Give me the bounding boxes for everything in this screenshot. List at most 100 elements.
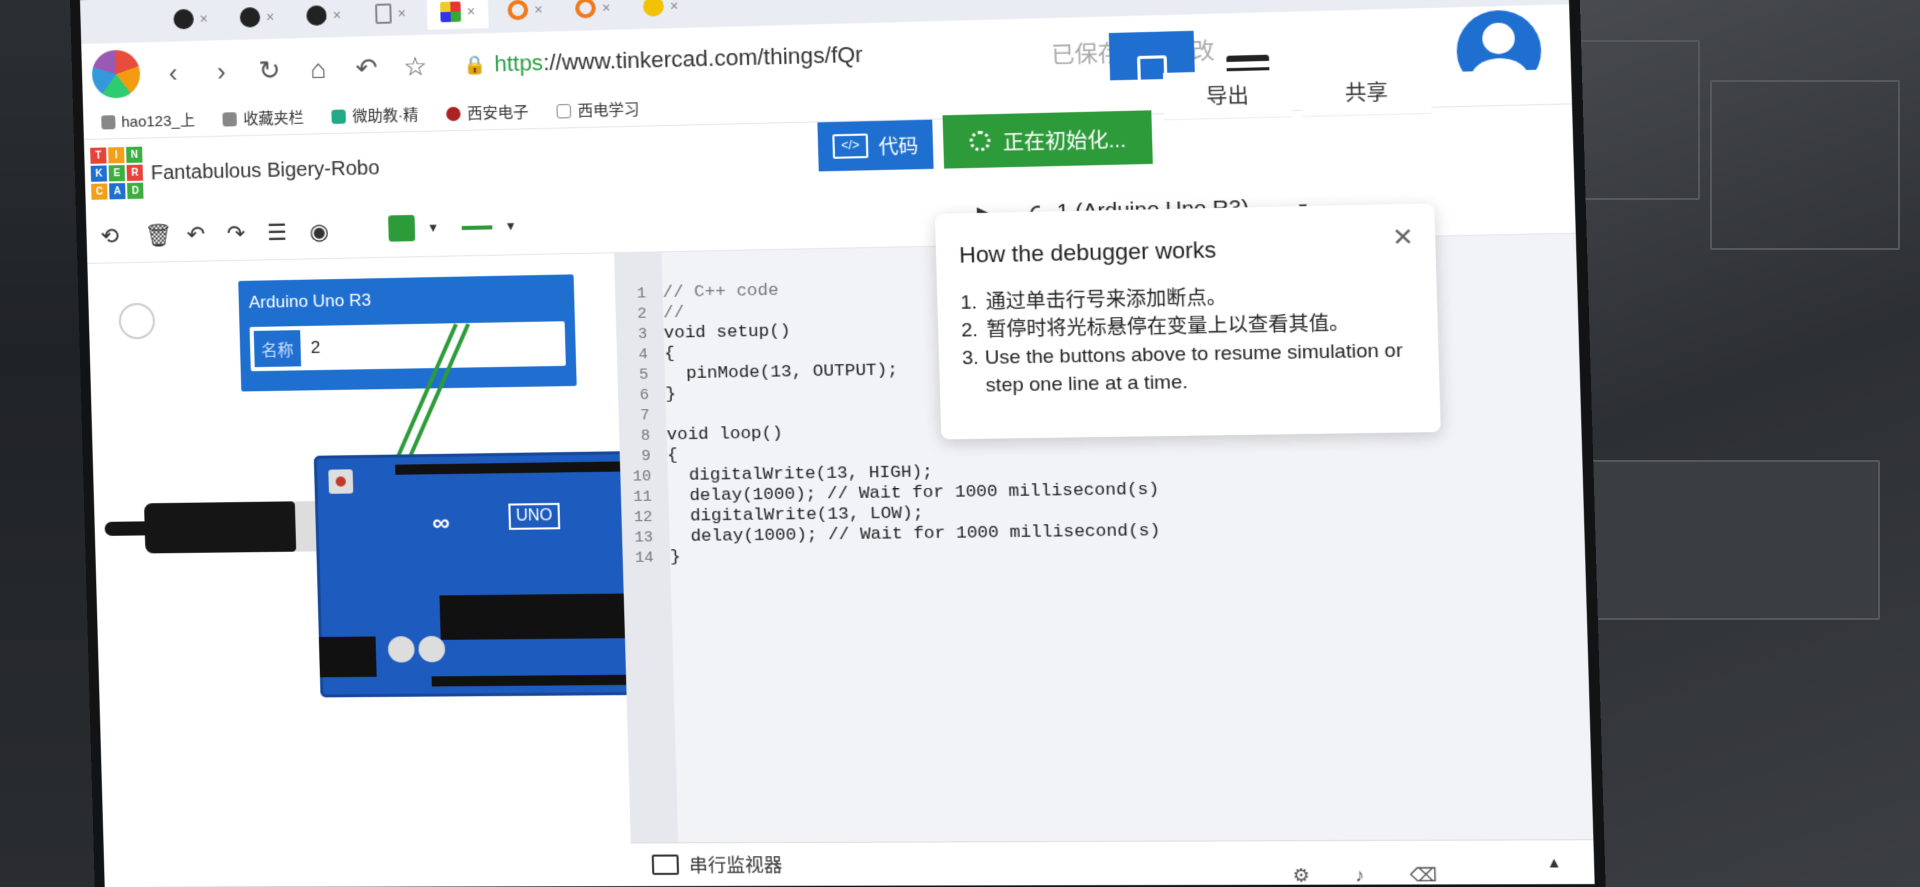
redo-icon[interactable]: ↷ (226, 221, 245, 248)
project-title[interactable]: Fantabulous Bigery-Robo (151, 157, 380, 185)
tab-search-1[interactable]: × (494, 0, 556, 28)
line-number[interactable]: 10 (620, 467, 662, 486)
notes-icon[interactable]: ☰ (267, 220, 288, 247)
github-icon (173, 8, 194, 30)
bookmark-icon (331, 108, 347, 124)
debugger-help-list: 1. 通过单击行号来添加断点。 2. 暂停时将光标悬停在变量上以查看其值。 3. Us… (960, 281, 1416, 400)
code-text: digitalWrite(13, LOW); (668, 503, 924, 527)
serial-monitor-label: 串行监视器 (688, 855, 783, 876)
name-field-label: 名称 (253, 330, 302, 368)
reload-icon[interactable]: ↻ (254, 54, 285, 86)
monitor-icon (651, 854, 680, 875)
document-icon (556, 103, 572, 118)
visibility-icon[interactable]: ◉ (309, 219, 329, 246)
undo-icon[interactable]: ↶ (351, 52, 382, 84)
line-number[interactable]: 3 (616, 325, 658, 343)
bookmark-icon (446, 106, 462, 121)
digital-header (395, 461, 641, 475)
close-tab-icon[interactable]: × (534, 1, 543, 17)
capacitor (387, 636, 415, 663)
browser-logo-icon[interactable] (91, 49, 141, 99)
name-field[interactable]: 名称 2 (249, 321, 566, 372)
back-icon[interactable]: ‹ (158, 57, 189, 89)
rotate-icon[interactable]: ⟲ (100, 223, 119, 249)
star-icon[interactable]: ☆ (400, 50, 431, 82)
arduino-uno-board[interactable]: ∞ UNO (313, 450, 648, 698)
code-text: void setup() (663, 321, 791, 344)
line-number[interactable]: 14 (622, 549, 664, 567)
zoom-fit-icon[interactable] (118, 302, 156, 340)
chevron-down-icon[interactable]: ▼ (427, 220, 440, 234)
close-icon[interactable]: ✕ (1392, 222, 1414, 253)
line-number[interactable]: 11 (621, 488, 663, 506)
close-tab-icon[interactable]: × (397, 5, 406, 21)
trash-icon[interactable]: ⌫ (1409, 865, 1437, 887)
bookmark-xidian[interactable]: 西安电子 (446, 101, 529, 124)
line-number[interactable]: 2 (616, 305, 658, 323)
close-tab-icon[interactable]: × (467, 3, 476, 19)
settings-icon[interactable]: ⚙ (1292, 865, 1310, 887)
name-field-value[interactable]: 2 (304, 326, 321, 371)
tab-blank[interactable]: × (360, 0, 422, 31)
share-button[interactable]: 共享 (1301, 66, 1432, 118)
forward-icon[interactable]: › (206, 55, 237, 87)
component-properties-title: Arduino Uno R3 (248, 290, 372, 312)
component-properties-panel: Arduino Uno R3 名称 2 (238, 274, 577, 392)
monitor-screen: × × × × × × × × ‹ › ↻ ⌂ ↶ ☆ 🔒 https://ww… (80, 0, 1595, 887)
close-tab-icon[interactable]: × (266, 9, 275, 25)
line-number[interactable]: 9 (620, 447, 662, 465)
line-number[interactable]: 6 (618, 386, 660, 404)
analog-header (431, 674, 647, 687)
tab-github-3[interactable]: × (293, 0, 355, 33)
line-number[interactable]: 13 (622, 528, 664, 547)
app-icon (642, 0, 664, 17)
line-number[interactable]: 8 (619, 427, 661, 445)
bookmark-weizhujiao[interactable]: 微助教·精 (331, 104, 419, 127)
code-text: digitalWrite(13, HIGH); (667, 462, 934, 486)
url-text: ://www.tinkercad.com/things/fQr (542, 41, 864, 76)
speaker-icon[interactable]: ♪ (1355, 865, 1365, 887)
wire-style-swatch[interactable] (461, 225, 493, 231)
undo-icon[interactable]: ↶ (186, 221, 205, 247)
code-button[interactable]: </> 代码 (817, 119, 934, 172)
spinner-icon (968, 130, 991, 152)
bookmark-folder[interactable]: 收藏夹栏 (222, 107, 304, 130)
color-swatch[interactable] (388, 214, 416, 242)
folder-icon (222, 111, 238, 127)
close-tab-icon[interactable]: × (199, 10, 208, 26)
serial-monitor-bar[interactable]: 串行监视器 ▲ (630, 839, 1595, 887)
tinkercad-logo[interactable]: T I N K E R C A D (90, 146, 144, 200)
reset-button[interactable] (328, 469, 354, 494)
bookmark-xidian-study[interactable]: 西电学习 (556, 98, 640, 121)
close-tab-icon[interactable]: × (602, 0, 611, 16)
line-number[interactable]: 4 (617, 345, 659, 363)
bookmark-hao123[interactable]: hao123_上 (101, 109, 195, 132)
code-text: } (669, 547, 681, 568)
close-tab-icon[interactable]: × (332, 7, 341, 23)
chevron-up-icon[interactable]: ▲ (1546, 854, 1562, 871)
line-number[interactable]: 7 (618, 406, 660, 424)
code-text: { (666, 445, 679, 466)
tab-github-2[interactable]: × (226, 0, 287, 35)
tab-search-2[interactable]: × (561, 0, 624, 26)
address-bar[interactable]: 🔒 https://www.tinkercad.com/things/fQr (463, 42, 863, 79)
line-number[interactable]: 5 (617, 366, 659, 384)
usb-cable (144, 501, 297, 554)
tab-other[interactable]: × (629, 0, 692, 24)
close-tab-icon[interactable]: × (670, 0, 679, 14)
github-icon (306, 5, 327, 26)
tab-tinkercad[interactable]: × (426, 0, 489, 30)
start-simulation-button[interactable]: 正在初始化... (942, 110, 1153, 169)
export-button[interactable]: 导出 (1162, 69, 1293, 121)
list-item: 3. Use the buttons above to resume simula… (961, 340, 1403, 397)
code-text: } (665, 384, 677, 405)
search-engine-icon (574, 0, 597, 19)
circuit-canvas[interactable]: Arduino Uno R3 名称 2 ∞ UNO (87, 253, 648, 887)
chevron-down-icon[interactable]: ▼ (504, 219, 517, 233)
tinkercad-icon (439, 1, 461, 23)
delete-icon[interactable]: 🗑 (144, 222, 173, 249)
line-number[interactable]: 1 (615, 284, 657, 302)
home-icon[interactable]: ⌂ (302, 53, 333, 85)
tab-github-1[interactable]: × (160, 1, 221, 37)
line-number[interactable]: 12 (621, 508, 663, 526)
